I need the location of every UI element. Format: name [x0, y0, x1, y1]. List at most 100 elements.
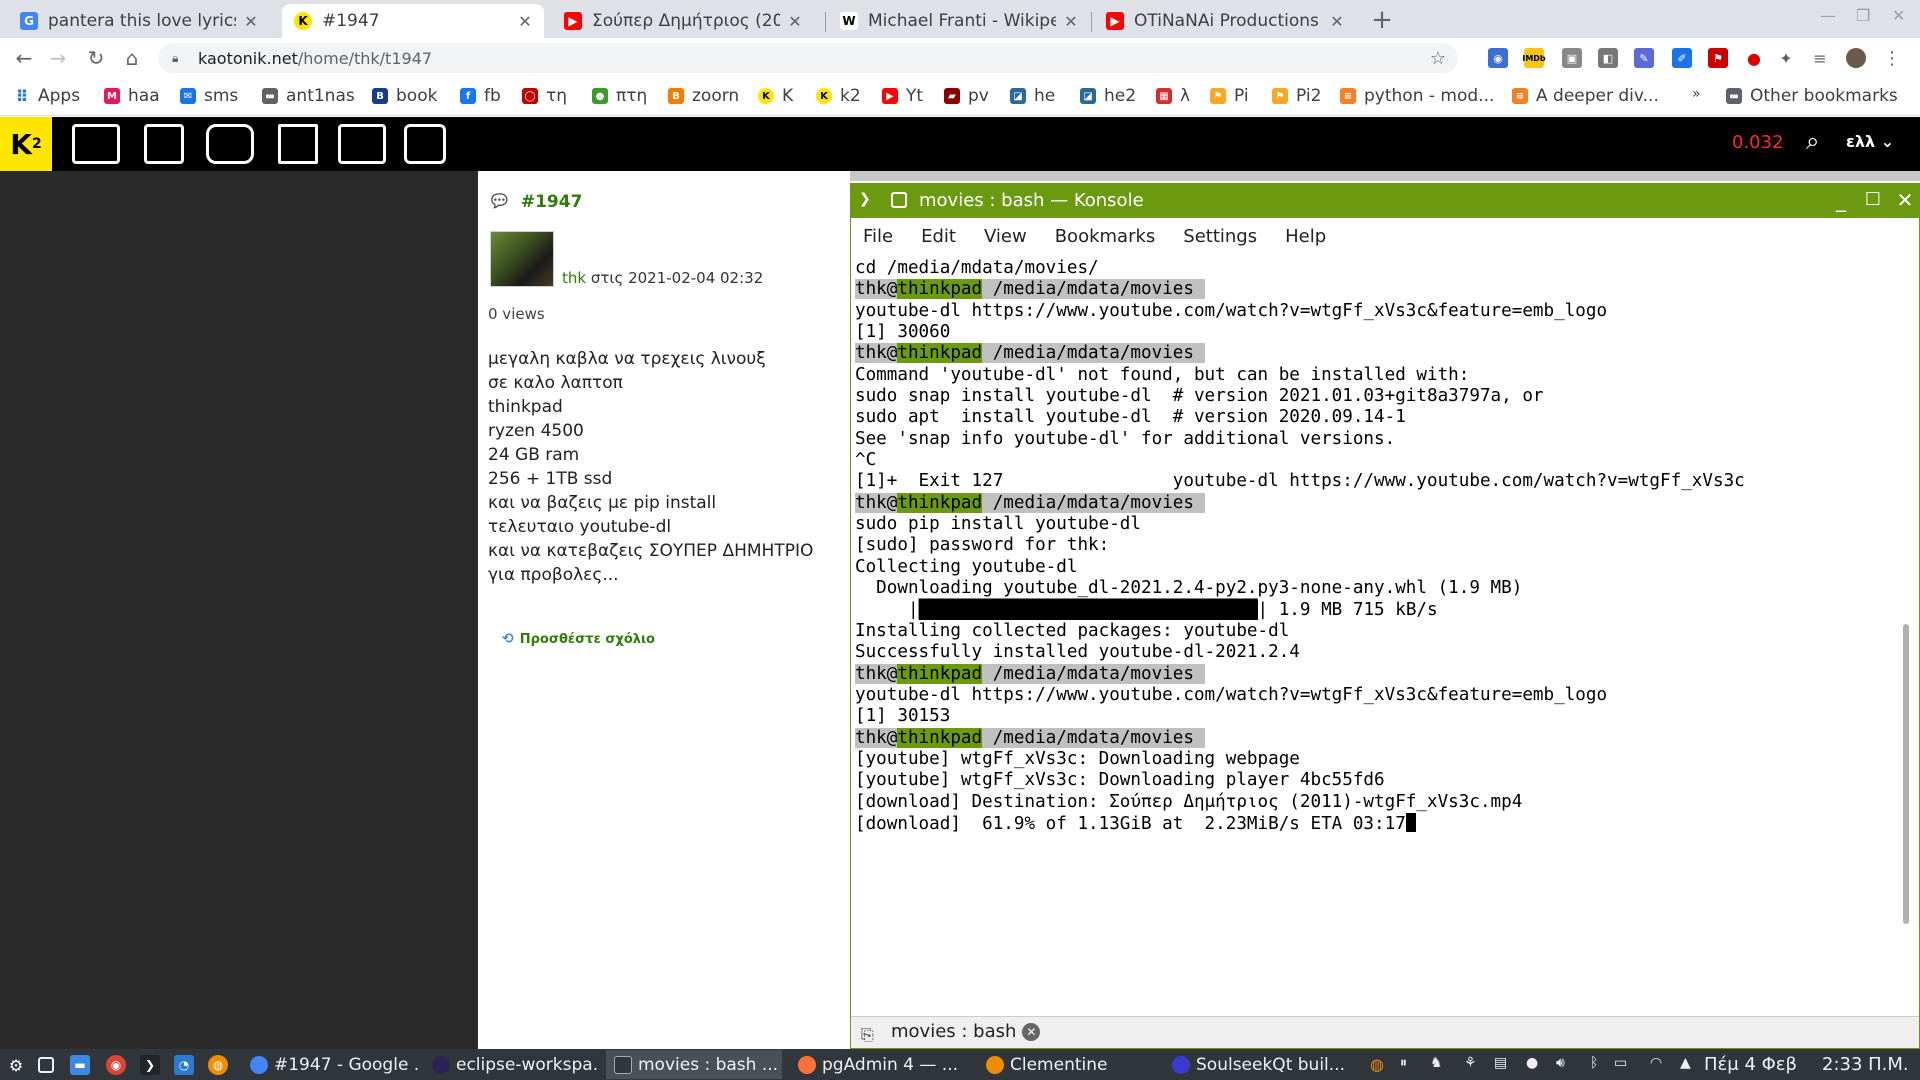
- back-icon[interactable]: ←: [10, 44, 38, 72]
- chat-icon[interactable]: [206, 124, 254, 164]
- taskbar-task[interactable]: eclipse-workspa...: [424, 1050, 600, 1079]
- disk-icon[interactable]: [144, 124, 184, 164]
- konsole-menu-file[interactable]: File: [863, 226, 893, 247]
- bookmark-item[interactable]: Kk2: [816, 86, 861, 106]
- clementine-launcher-icon[interactable]: ◍: [208, 1055, 228, 1075]
- show-desktop-icon[interactable]: [38, 1057, 54, 1073]
- bookmark-item[interactable]: ◪ he2: [1080, 86, 1136, 106]
- clementine-tray-icon[interactable]: ◍: [1370, 1055, 1384, 1074]
- bluetooth-icon[interactable]: ᛒ: [1590, 1055, 1598, 1071]
- cassette-icon[interactable]: [72, 124, 120, 164]
- extension-imdb-icon[interactable]: IMDb: [1522, 48, 1546, 68]
- browser-menu-icon[interactable]: ⋮: [1882, 48, 1902, 69]
- bookmark-star-icon[interactable]: ☆: [1430, 48, 1446, 69]
- browser-tab[interactable]: K #1947 ✕: [282, 4, 544, 38]
- bookmark-item[interactable]: ◯ τη: [522, 86, 567, 106]
- clipboard-tray-icon[interactable]: ▤: [1494, 1055, 1507, 1071]
- taskbar-time[interactable]: 2:33 Π.Μ.: [1822, 1054, 1909, 1075]
- tab-close-icon[interactable]: ✕: [1328, 12, 1346, 31]
- postgres-tray-icon[interactable]: ♞: [1430, 1055, 1443, 1071]
- chat-app-icon[interactable]: ◔: [174, 1055, 194, 1075]
- bookmark-item[interactable]: ⠿ Apps: [14, 86, 80, 106]
- bookmark-item[interactable]: ▦ λ: [1156, 86, 1190, 106]
- bookmark-item[interactable]: ⚑ Pi: [1210, 86, 1249, 106]
- bookmark-item[interactable]: f fb: [460, 86, 501, 106]
- bookmark-item[interactable]: KK: [758, 86, 793, 106]
- radio-icon[interactable]: [404, 124, 446, 164]
- bookmark-item[interactable]: ⚑ Pi2: [1272, 86, 1321, 106]
- author-avatar[interactable]: [490, 231, 554, 287]
- add-comment-link[interactable]: ⟲ Προσθέστε σχόλιο: [502, 631, 655, 647]
- taskbar-task[interactable]: SoulseekQt buil...: [1164, 1050, 1350, 1079]
- konsole-menu-edit[interactable]: Edit: [921, 226, 956, 247]
- bookmark-item[interactable]: ◪ he: [1010, 86, 1055, 106]
- tab-close-icon[interactable]: ✕: [786, 12, 804, 31]
- home-icon[interactable]: ⌂: [118, 44, 146, 72]
- other-bookmarks[interactable]: ▬ Other bookmarks: [1726, 86, 1898, 106]
- terminal-icon[interactable]: ❯: [140, 1055, 160, 1075]
- terminal-scrollbar[interactable]: [1903, 624, 1909, 924]
- search-icon[interactable]: ⌕: [1806, 127, 1819, 155]
- konsole-tab[interactable]: movies : bash ✕: [891, 1021, 1041, 1042]
- taskbar-task[interactable]: #1947 - Google ...: [242, 1050, 418, 1079]
- chrome-icon[interactable]: ◉: [106, 1055, 126, 1075]
- taskbar-task[interactable]: Clementine: [978, 1050, 1158, 1079]
- forward-icon[interactable]: →: [44, 44, 72, 72]
- bookmark-item[interactable]: ▬ ant1nas: [262, 86, 355, 106]
- konsole-menu-help[interactable]: Help: [1285, 226, 1326, 247]
- extension-pen-icon[interactable]: ✎: [1634, 48, 1654, 68]
- bookmark-item[interactable]: ≡ A deeper div...: [1512, 86, 1659, 106]
- tab-close-icon[interactable]: ✕: [516, 12, 534, 31]
- tab-close-icon[interactable]: ✕: [242, 12, 260, 31]
- wifi-icon[interactable]: ◠: [1650, 1055, 1662, 1071]
- konsole-titlebar[interactable]: ❯ movies : bash — Konsole _ ☐ ✕: [851, 184, 1919, 218]
- profile-avatar[interactable]: [1846, 48, 1866, 68]
- language-selector[interactable]: ελλ ⌄: [1846, 132, 1894, 151]
- browser-tab[interactable]: W Michael Franti - Wikipe ✕: [828, 4, 1090, 38]
- file-manager-icon[interactable]: ▬: [70, 1055, 90, 1075]
- tray-expand-icon[interactable]: ▲: [1680, 1055, 1691, 1071]
- konsole-menu-view[interactable]: View: [984, 226, 1027, 247]
- bird-tray-icon[interactable]: ⚘: [1464, 1055, 1477, 1071]
- extension-screenshot-icon[interactable]: ◧: [1598, 48, 1618, 68]
- bookmark-item[interactable]: Bbook: [372, 86, 437, 106]
- maximize-icon[interactable]: ❐: [1856, 6, 1870, 25]
- browser-tab[interactable]: Gpantera this love lyrics ✕: [8, 4, 270, 38]
- konsole-maximize-icon[interactable]: ☐: [1861, 188, 1885, 212]
- taskbar-task[interactable]: pgAdmin 4 — ...: [790, 1050, 972, 1079]
- volume-icon[interactable]: 🔊︎: [1556, 1055, 1565, 1071]
- extension-flag-icon[interactable]: ⚑: [1708, 48, 1728, 68]
- tab-close-icon[interactable]: ✕: [1022, 1022, 1041, 1041]
- notifications-tray-icon[interactable]: ●: [1526, 1055, 1538, 1071]
- close-window-icon[interactable]: ✕: [1892, 6, 1905, 25]
- app-launcher-icon[interactable]: ⚙: [6, 1055, 26, 1075]
- extension-camera-icon[interactable]: ▣: [1562, 48, 1582, 68]
- konsole-minimize-icon[interactable]: _: [1829, 188, 1853, 212]
- konsole-app-icon[interactable]: ❯: [859, 191, 879, 211]
- taskbar-date[interactable]: Πέμ 4 Φεβ: [1704, 1054, 1797, 1075]
- extension-globe-icon[interactable]: ◉: [1488, 48, 1508, 68]
- extension-edit-icon[interactable]: ✐: [1672, 48, 1692, 68]
- bookmark-item[interactable]: ✉ sms: [180, 86, 238, 106]
- konsole-close-icon[interactable]: ✕: [1893, 188, 1917, 212]
- keep-above-icon[interactable]: [891, 192, 907, 208]
- new-tab-button[interactable]: +: [1368, 6, 1396, 34]
- bookmark-item[interactable]: ▰ pv: [944, 86, 989, 106]
- extensions-puzzle-icon[interactable]: ✦: [1776, 48, 1796, 68]
- bookmark-item[interactable]: ● πτη: [592, 86, 647, 106]
- garage-icon[interactable]: [278, 124, 318, 164]
- minimize-icon[interactable]: —: [1820, 6, 1836, 25]
- address-bar[interactable]: 🔒︎ kaotonik.net/home/thk/t1947 ☆: [158, 43, 1458, 73]
- bookmarks-overflow-icon[interactable]: »: [1692, 86, 1701, 102]
- keyboard-layout-flag-icon[interactable]: ▭: [1614, 1055, 1627, 1071]
- browser-tab[interactable]: ▶ OTiNaNAi Productions ✕: [1094, 4, 1356, 38]
- stripes-icon[interactable]: [338, 124, 386, 164]
- pause-tray-icon[interactable]: ⏸: [1400, 1055, 1407, 1071]
- konsole-menu-settings[interactable]: Settings: [1183, 226, 1257, 247]
- terminal-output[interactable]: cd /media/mdata/movies/thk@thinkpad /med…: [855, 258, 1895, 998]
- bookmark-item[interactable]: Bzoorn: [668, 86, 739, 106]
- author-name[interactable]: thk: [562, 269, 586, 287]
- bookmark-item[interactable]: Mhaa: [104, 86, 160, 106]
- reload-icon[interactable]: ↻: [82, 44, 110, 72]
- browser-tab[interactable]: ▶ Σούπερ Δημήτριος (201 ✕: [552, 4, 814, 38]
